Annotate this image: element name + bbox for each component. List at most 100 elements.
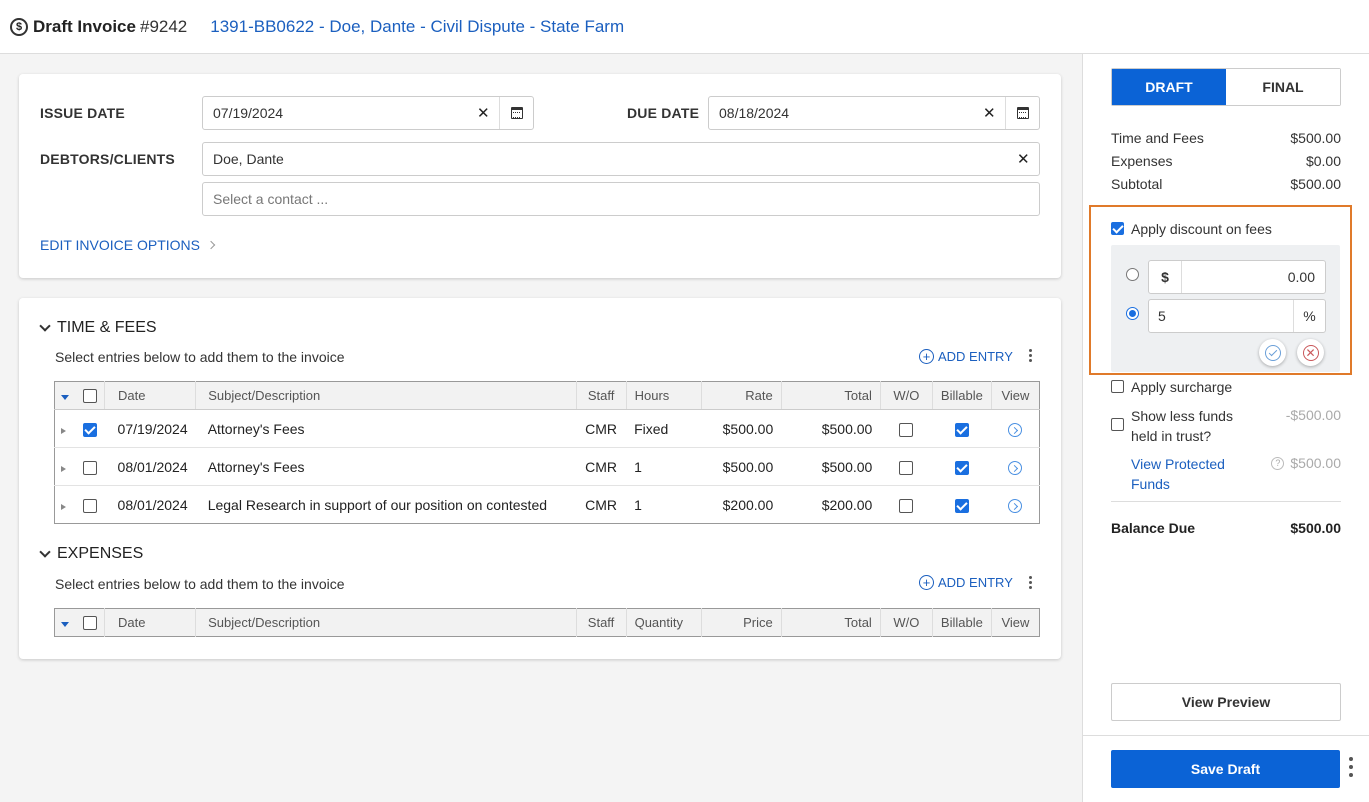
cancel-discount-button[interactable]: ✕: [1297, 339, 1324, 366]
table-header-row: Date Subject/Description Staff Quantity …: [54, 608, 1040, 637]
expand-row-toggle[interactable]: [55, 486, 79, 524]
issue-date-label: ISSUE DATE: [40, 105, 125, 121]
apply-surcharge-option[interactable]: Apply surcharge: [1111, 379, 1232, 395]
protected-link-line-1: View Protected: [1131, 456, 1225, 472]
row-rate: $500.00: [701, 409, 782, 448]
col-total[interactable]: Total: [781, 381, 881, 410]
close-circle-icon: ✕: [1302, 344, 1319, 361]
row-wo-checkbox[interactable]: [880, 447, 933, 486]
view-protected-funds-link[interactable]: View Protected Funds: [1131, 454, 1225, 494]
col-total[interactable]: Total: [781, 608, 881, 637]
expand-all-toggle[interactable]: [54, 381, 79, 410]
expenses-more-icon[interactable]: [1029, 576, 1033, 591]
col-subject[interactable]: Subject/Description: [195, 608, 577, 637]
chevron-right-icon: [206, 240, 216, 250]
row-select-checkbox[interactable]: [78, 447, 105, 486]
discount-dollar-radio[interactable]: [1126, 268, 1139, 281]
discount-percent-input[interactable]: 5 %: [1148, 299, 1326, 333]
discount-percent-radio[interactable]: [1126, 307, 1139, 320]
row-subject: Attorney's Fees: [195, 409, 577, 448]
apply-surcharge-label: Apply surcharge: [1131, 379, 1233, 395]
divider: [1111, 501, 1341, 502]
tab-final[interactable]: FINAL: [1226, 69, 1340, 105]
tab-draft[interactable]: DRAFT: [1112, 69, 1226, 105]
expand-all-toggle[interactable]: [54, 608, 79, 637]
col-billable[interactable]: Billable: [932, 381, 992, 410]
row-wo-checkbox[interactable]: [880, 409, 933, 448]
col-hours[interactable]: Hours: [626, 381, 702, 410]
col-staff[interactable]: Staff: [576, 381, 627, 410]
expenses-toggle[interactable]: EXPENSES: [39, 545, 143, 563]
row-rate: $200.00: [722, 496, 774, 513]
issue-date-field[interactable]: 07/19/2024 ✕: [202, 96, 534, 130]
calendar-icon[interactable]: [1017, 107, 1029, 119]
col-quantity[interactable]: Quantity: [626, 608, 702, 637]
contact-select[interactable]: Select a contact ...: [202, 182, 1040, 216]
col-rate[interactable]: Rate: [701, 381, 782, 410]
checkbox-checked-icon: [954, 422, 969, 437]
time-fees-summary-label: Time and Fees: [1111, 130, 1204, 146]
row-view-button[interactable]: [991, 486, 1039, 524]
apply-discount-option[interactable]: Apply discount on fees: [1111, 221, 1272, 237]
discount-panel: $ 0.00 5 % ✕: [1111, 245, 1340, 372]
time-fees-more-icon[interactable]: [1029, 349, 1033, 364]
add-expense-entry-button[interactable]: + ADD ENTRY: [919, 575, 1013, 590]
protected-link-line-2: Funds: [1131, 476, 1170, 492]
checkbox-icon: [82, 389, 97, 404]
row-staff: CMR: [585, 496, 618, 513]
row-billable-checkbox[interactable]: [932, 409, 992, 448]
clear-issue-date-icon[interactable]: ✕: [477, 104, 490, 122]
col-staff[interactable]: Staff: [576, 608, 627, 637]
clear-debtor-icon[interactable]: ✕: [1017, 150, 1030, 168]
select-all-checkbox[interactable]: [78, 608, 106, 637]
clear-due-date-icon[interactable]: ✕: [983, 104, 996, 122]
col-date[interactable]: Date: [104, 608, 197, 637]
percent-symbol: %: [1293, 300, 1325, 332]
time-fees-summary-value: $500.00: [1290, 130, 1341, 146]
col-billable[interactable]: Billable: [932, 608, 992, 637]
plus-circle-icon: +: [919, 575, 934, 590]
calendar-icon[interactable]: [511, 107, 523, 119]
time-fees-toggle[interactable]: TIME & FEES: [39, 319, 157, 337]
row-wo-checkbox[interactable]: [880, 486, 932, 524]
checkbox-icon: [1111, 418, 1124, 431]
col-subject[interactable]: Subject/Description: [195, 381, 577, 410]
edit-invoice-options-link[interactable]: EDIT INVOICE OPTIONS: [40, 237, 216, 253]
dollar-icon: $: [10, 17, 28, 36]
row-billable-checkbox[interactable]: [932, 486, 991, 524]
col-price[interactable]: Price: [701, 608, 782, 637]
view-preview-button[interactable]: View Preview: [1111, 683, 1341, 721]
protected-value-wrap: ? $500.00: [1271, 455, 1341, 471]
table-row[interactable]: 07/19/2024 Attorney's Fees CMR Fixed $50…: [54, 409, 1040, 448]
show-less-trust-option[interactable]: Show less funds held in trust? -$500.00: [1111, 407, 1341, 446]
arrow-circle-icon: [1008, 422, 1023, 437]
table-row[interactable]: 08/01/2024 Legal Research in support of …: [55, 486, 1040, 524]
save-draft-button[interactable]: Save Draft: [1111, 750, 1340, 788]
col-view[interactable]: View: [991, 608, 1040, 637]
col-wo[interactable]: W/O: [880, 608, 933, 637]
row-select-checkbox[interactable]: [78, 409, 105, 448]
expand-row-toggle[interactable]: [54, 447, 79, 486]
question-mark-icon[interactable]: ?: [1271, 456, 1285, 470]
checkbox-icon: [1111, 380, 1124, 393]
row-subject: Attorney's Fees: [195, 447, 577, 486]
row-view-button[interactable]: [991, 409, 1040, 448]
col-date[interactable]: Date: [104, 381, 197, 410]
arrow-circle-icon: [1008, 498, 1023, 513]
table-row[interactable]: 08/01/2024 Attorney's Fees CMR 1 $500.00…: [54, 447, 1040, 486]
matter-link[interactable]: 1391-BB0622 - Doe, Dante - Civil Dispute…: [210, 17, 624, 37]
col-wo[interactable]: W/O: [880, 381, 933, 410]
checkbox-icon: [82, 460, 97, 475]
more-options-icon[interactable]: [1349, 757, 1353, 779]
expand-row-toggle[interactable]: [54, 409, 79, 448]
row-view-button[interactable]: [991, 447, 1040, 486]
confirm-discount-button[interactable]: [1259, 339, 1286, 366]
discount-dollar-input[interactable]: $ 0.00: [1148, 260, 1326, 294]
select-all-checkbox[interactable]: [78, 381, 106, 410]
row-billable-checkbox[interactable]: [932, 447, 992, 486]
add-time-entry-button[interactable]: + ADD ENTRY: [919, 349, 1013, 364]
row-select-checkbox[interactable]: [79, 486, 105, 524]
col-view[interactable]: View: [991, 381, 1040, 410]
due-date-field[interactable]: 08/18/2024 ✕: [708, 96, 1040, 130]
debtor-field[interactable]: Doe, Dante ✕: [202, 142, 1040, 176]
